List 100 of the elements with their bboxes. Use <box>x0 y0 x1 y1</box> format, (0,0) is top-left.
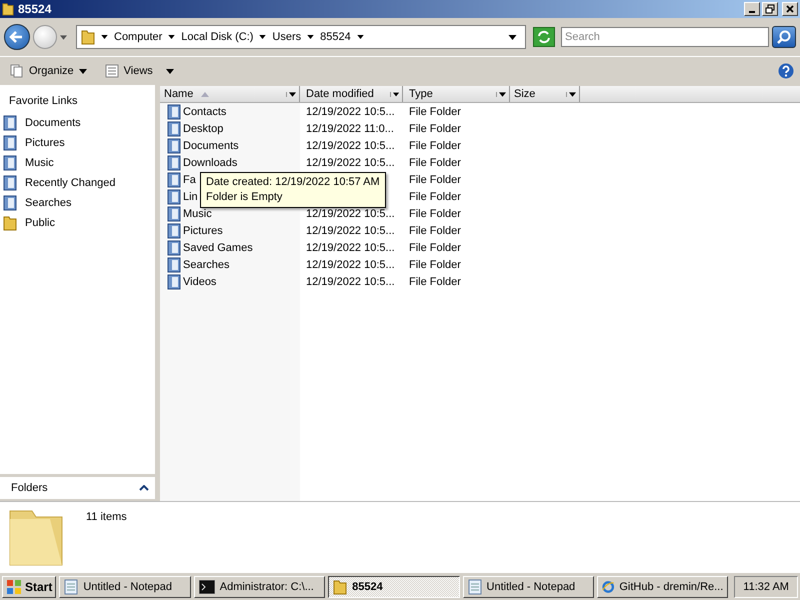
library-folder-icon <box>167 188 181 204</box>
type-cell: File Folder <box>409 242 461 254</box>
dropdown-caret-icon[interactable] <box>508 34 517 40</box>
address-bar[interactable]: Computer Local Disk (C:) Users 85524 <box>76 25 526 49</box>
console-icon <box>198 580 215 594</box>
close-button[interactable] <box>782 2 798 16</box>
search-button[interactable] <box>772 26 796 48</box>
library-folder-icon <box>167 172 181 188</box>
close-icon <box>785 4 795 14</box>
file-name[interactable]: Videos <box>183 276 216 288</box>
library-folder-icon <box>167 240 181 256</box>
search-field[interactable]: Search <box>561 27 769 47</box>
breadcrumb-item[interactable]: 85524 <box>320 31 351 43</box>
caret-icon[interactable] <box>101 35 108 39</box>
date-cell: 12/19/2022 10:5... <box>306 258 395 270</box>
library-folder-icon <box>3 135 17 151</box>
column-header[interactable]: Type <box>403 86 510 102</box>
file-name[interactable]: Pictures <box>183 224 223 236</box>
library-folder-icon <box>3 195 17 211</box>
taskbar-button[interactable]: GitHub - dremin/Re... <box>596 576 728 598</box>
file-name[interactable]: Searches <box>183 258 230 270</box>
caret-icon <box>78 68 87 74</box>
minimize-icon <box>749 11 755 13</box>
type-cell: File Folder <box>409 122 461 134</box>
date-cell: 12/19/2022 11:0... <box>306 122 394 134</box>
column-header[interactable]: Date modified <box>300 86 403 102</box>
caret-icon[interactable] <box>356 35 364 39</box>
pages-icon <box>10 64 24 78</box>
clock: 11:32 AM <box>734 576 798 598</box>
refresh-button[interactable] <box>533 27 555 47</box>
library-folder-icon <box>167 222 181 238</box>
type-cell: File Folder <box>409 156 461 168</box>
windows-flag-icon <box>6 578 22 594</box>
sidebar-item[interactable]: Searches <box>0 193 155 213</box>
file-name[interactable]: Lin <box>183 190 198 202</box>
caret-icon[interactable] <box>496 92 506 96</box>
library-folder-icon <box>167 206 181 222</box>
file-name[interactable]: Documents <box>183 140 239 152</box>
library-folder-icon <box>167 138 181 154</box>
minimize-button[interactable] <box>744 2 760 16</box>
file-name[interactable]: Fa <box>183 174 196 186</box>
type-cell: File Folder <box>409 106 461 118</box>
section-heading: Favorite Links <box>8 94 78 109</box>
notepad-icon <box>468 578 482 594</box>
type-cell: File Folder <box>409 258 461 270</box>
library-folder-icon <box>3 115 17 131</box>
breadcrumb-item[interactable]: Local Disk (C:) <box>181 31 254 43</box>
caret-icon[interactable] <box>259 35 266 39</box>
taskbar-button[interactable]: Administrator: C:\... <box>194 576 326 598</box>
column-header[interactable]: Size <box>510 86 580 102</box>
help-button[interactable] <box>778 63 794 79</box>
item-count: 11 items <box>86 511 127 523</box>
library-folder-icon <box>167 256 181 272</box>
type-cell: File Folder <box>409 208 461 220</box>
sidebar-item[interactable]: Music <box>0 153 155 173</box>
browser-icon <box>602 578 614 594</box>
tooltip-line: Folder is Empty <box>206 190 284 205</box>
file-name[interactable]: Saved Games <box>183 242 253 254</box>
taskbar-button[interactable]: Untitled - Notepad <box>59 576 191 598</box>
file-name[interactable]: Music <box>183 208 212 220</box>
caret-icon <box>166 68 174 74</box>
file-name[interactable]: Downloads <box>183 156 238 168</box>
library-folder-icon <box>167 120 181 136</box>
type-cell: File Folder <box>409 224 461 236</box>
organize-button[interactable]: Organize <box>6 62 91 80</box>
type-cell: File Folder <box>409 190 461 202</box>
search-icon <box>776 29 792 45</box>
caret-icon[interactable] <box>286 92 296 96</box>
collapse-chevron-icon <box>139 485 149 491</box>
sidebar-item[interactable]: Public <box>0 213 155 233</box>
caret-icon[interactable] <box>566 92 576 96</box>
back-button[interactable] <box>4 24 30 50</box>
caret-icon[interactable] <box>168 35 176 39</box>
taskbar-button[interactable]: 85524 <box>328 576 460 598</box>
folder-icon <box>333 578 348 594</box>
date-cell: 12/19/2022 10:5... <box>306 140 395 152</box>
caret-icon[interactable] <box>307 35 314 39</box>
sidebar-item[interactable]: Recently Changed <box>0 173 155 193</box>
type-cell: File Folder <box>409 140 461 152</box>
sidebar-item[interactable]: Documents <box>0 113 155 133</box>
date-cell: 12/19/2022 10:5... <box>306 156 395 168</box>
refresh-icon <box>536 29 552 45</box>
column-header[interactable]: Name <box>160 86 300 102</box>
folder-icon <box>81 29 95 45</box>
library-folder-icon <box>167 154 181 170</box>
sidebar-item[interactable]: Pictures <box>0 133 155 153</box>
date-cell: 12/19/2022 10:5... <box>306 224 395 236</box>
type-cell: File Folder <box>409 174 461 186</box>
window-title: 85524 <box>18 2 52 16</box>
breadcrumb-item[interactable]: Computer <box>114 31 162 43</box>
restore-button[interactable] <box>762 2 778 16</box>
file-name[interactable]: Desktop <box>183 122 224 134</box>
help-icon <box>778 63 794 79</box>
views-button[interactable]: Views <box>100 62 178 80</box>
start-button[interactable]: Start <box>2 576 56 598</box>
file-name[interactable]: Contacts <box>183 106 226 118</box>
tooltip-line: Date created: 12/19/2022 10:57 AM <box>206 175 380 190</box>
caret-icon[interactable] <box>390 92 399 96</box>
breadcrumb-item[interactable]: Users <box>272 31 302 43</box>
taskbar-button[interactable]: Untitled - Notepad <box>462 576 594 598</box>
